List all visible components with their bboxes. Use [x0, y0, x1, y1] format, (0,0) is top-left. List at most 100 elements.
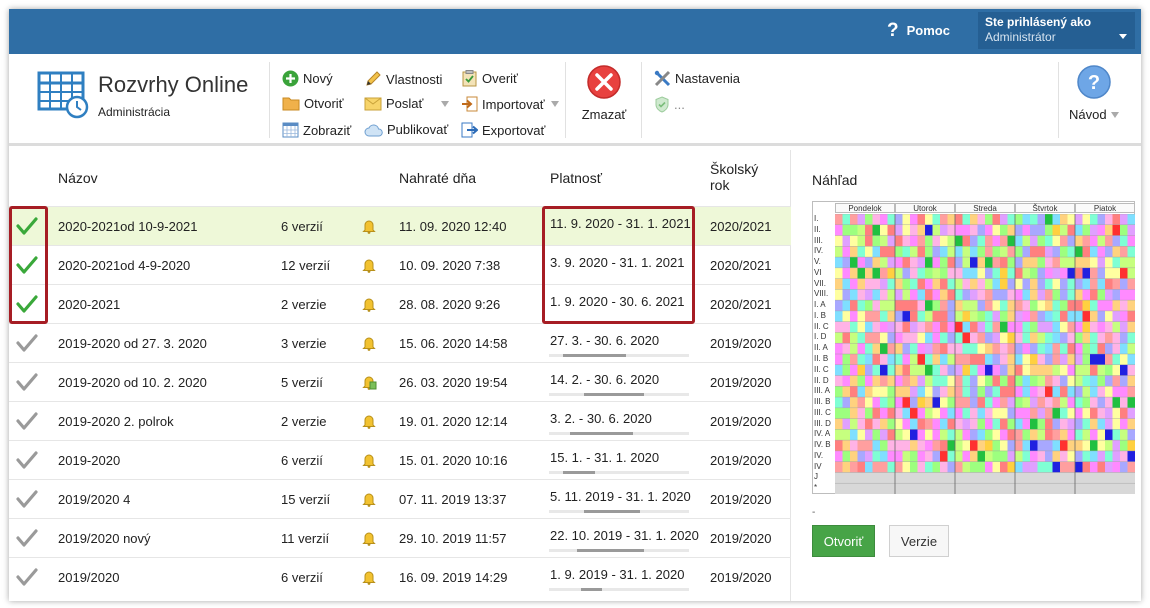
- guide-button[interactable]: ? Návod: [1069, 64, 1119, 122]
- row-versions[interactable]: 2 verzie: [281, 297, 327, 312]
- preview-cell: [1090, 267, 1098, 279]
- col-validity[interactable]: Platnosť: [550, 170, 602, 186]
- bell-user-icon[interactable]: [361, 373, 377, 394]
- inactive-check-icon[interactable]: [16, 528, 38, 551]
- preview-cell: [850, 224, 858, 236]
- preview-cell: [985, 224, 993, 236]
- bell-icon[interactable]: [361, 217, 377, 238]
- table-row[interactable]: 2019-2020 6 verzií 15. 01. 2020 10:16 15. 1…: [9, 440, 791, 479]
- bell-icon[interactable]: [361, 490, 377, 511]
- preview-cell: [865, 472, 873, 484]
- bell-icon[interactable]: [361, 334, 377, 355]
- preview-cell: [1097, 386, 1105, 398]
- col-year-1[interactable]: Školský: [710, 161, 758, 177]
- preview-cell: [1090, 214, 1098, 225]
- col-year-2[interactable]: rok: [710, 177, 729, 193]
- col-name[interactable]: Názov: [58, 170, 98, 186]
- preview-cell: [887, 375, 895, 387]
- preview-cell: [842, 386, 850, 398]
- preview-cell: [835, 235, 843, 247]
- bell-icon[interactable]: [361, 451, 377, 472]
- delete-button[interactable]: Zmazať: [579, 64, 629, 122]
- table-row[interactable]: 2019-2020 od 27. 3. 2020 3 verzie 15. 06. …: [9, 323, 791, 362]
- table-row[interactable]: 2019/2020 6 verzií 16. 09. 2019 14:29 1. 9.…: [9, 557, 791, 596]
- row-versions[interactable]: 6 verzií: [281, 219, 323, 234]
- table-row[interactable]: 2019/2020 nový 11 verzií 29. 10. 2019 11:5…: [9, 518, 791, 557]
- preview-cell: [932, 429, 940, 441]
- user-menu[interactable]: Ste prihlásený ako Administrátor: [978, 12, 1135, 49]
- bell-icon[interactable]: [361, 256, 377, 277]
- preview-cell: [955, 386, 963, 398]
- preview-cell: [1007, 246, 1015, 258]
- guide-dropdown-icon[interactable]: [1110, 111, 1119, 118]
- row-versions[interactable]: 12 verzií: [281, 258, 330, 273]
- col-uploaded[interactable]: Nahraté dňa: [399, 170, 476, 186]
- send-button[interactable]: Poslať: [364, 96, 450, 111]
- row-versions[interactable]: 3 verzie: [281, 336, 327, 351]
- settings-button[interactable]: Nastavenia: [654, 70, 740, 87]
- export-button[interactable]: Exportovať: [461, 122, 545, 138]
- preview-cell: [917, 278, 925, 290]
- table-row[interactable]: 2019/2020 4 15 verzií 07. 11. 2019 13:37 5.…: [9, 479, 791, 518]
- inactive-check-icon[interactable]: [16, 333, 38, 356]
- inactive-check-icon[interactable]: [16, 372, 38, 395]
- import-dropdown-icon[interactable]: [550, 101, 559, 107]
- preview-cell: [1007, 354, 1015, 365]
- cloud-icon: [364, 123, 383, 136]
- row-versions[interactable]: 11 verzií: [281, 531, 329, 546]
- preview-cell: [947, 321, 955, 333]
- inactive-check-icon[interactable]: [16, 411, 38, 434]
- row-versions[interactable]: 6 verzií: [281, 570, 323, 585]
- preview-class-label: II. B: [814, 354, 829, 363]
- verify-button[interactable]: Overiť: [461, 70, 518, 87]
- preview-cell: [925, 386, 933, 398]
- publish-button[interactable]: Publikovať: [364, 122, 448, 137]
- preview-cell: [1045, 450, 1053, 462]
- table-row[interactable]: 2019-2020 2. polrok 2 verzie 19. 01. 2020 …: [9, 401, 791, 440]
- import-button[interactable]: Importovať: [461, 96, 559, 112]
- show-button[interactable]: Zobraziť: [282, 122, 351, 138]
- export-icon: [461, 122, 478, 138]
- validity-bar: [549, 549, 689, 552]
- preview-cell: [970, 461, 978, 473]
- row-versions[interactable]: 6 verzií: [281, 453, 323, 468]
- open-button[interactable]: Otvoriť: [282, 96, 344, 111]
- preview-cell: [1105, 418, 1113, 430]
- inactive-check-icon[interactable]: [16, 567, 38, 590]
- inactive-check-icon[interactable]: [16, 450, 38, 473]
- more-button[interactable]: ...: [654, 96, 685, 113]
- top-bar: ? Pomoc Ste prihlásený ako Administrátor: [9, 9, 1141, 54]
- preview-cell: [1007, 386, 1015, 398]
- preview-cell: [910, 397, 918, 408]
- preview-cell: [992, 386, 1000, 398]
- new-button[interactable]: Nový: [282, 70, 333, 87]
- row-versions[interactable]: 2 verzie: [281, 414, 327, 429]
- preview-cell: [917, 483, 925, 494]
- table-row[interactable]: 2019-2020 od 10. 2. 2020 5 verzií 26. 03. …: [9, 362, 791, 401]
- preview-cell: [962, 429, 970, 441]
- ribbon-toolbar: Rozvrhy Online Administrácia Nový Otvori…: [9, 54, 1141, 146]
- bell-icon[interactable]: [361, 529, 377, 550]
- preview-cell: [1112, 300, 1120, 311]
- row-versions[interactable]: 5 verzií: [281, 375, 323, 390]
- versions-button[interactable]: Verzie: [889, 525, 949, 557]
- preview-cell: [1082, 483, 1090, 494]
- row-versions[interactable]: 15 verzií: [281, 492, 330, 507]
- open-preview-button[interactable]: Otvoriť: [812, 525, 875, 557]
- preview-cell: [917, 429, 925, 441]
- preview-cell: [1097, 278, 1105, 290]
- preview-cell: [880, 214, 888, 225]
- send-dropdown-icon[interactable]: [441, 100, 450, 107]
- bell-icon[interactable]: [361, 295, 377, 316]
- preview-cell: [835, 429, 843, 441]
- preview-cell: [985, 386, 993, 398]
- bell-icon[interactable]: [361, 412, 377, 433]
- preview-cell: [857, 386, 865, 398]
- help-link[interactable]: ? Pomoc: [887, 21, 950, 40]
- properties-button[interactable]: Vlastnosti: [364, 70, 442, 88]
- preview-cell: [977, 289, 985, 301]
- bell-icon[interactable]: [361, 568, 377, 589]
- preview-cell: [1007, 257, 1015, 268]
- inactive-check-icon[interactable]: [16, 489, 38, 512]
- preview-cell: [1090, 278, 1098, 290]
